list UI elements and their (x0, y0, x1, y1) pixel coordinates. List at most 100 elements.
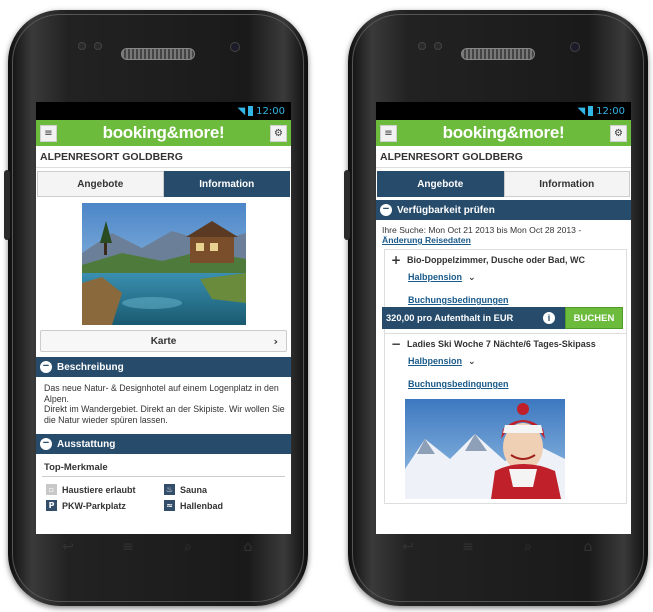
expand-icon[interactable]: + (391, 254, 401, 266)
feature-label: Sauna (180, 484, 208, 495)
price-bar: 320,00 pro Aufenthalt in EUR i BUCHEN (382, 307, 623, 329)
hotel-title: ALPENRESORT GOLDBERG (376, 146, 631, 168)
book-button[interactable]: BUCHEN (565, 307, 623, 329)
screen-right: ◥ 12:00 ≡ booking&more! ⚙ ALPENRESORT GO… (376, 102, 631, 534)
hotel-description: Das neue Natur- & Designhotel auf einem … (44, 383, 285, 425)
earpiece-speaker (461, 48, 535, 60)
menu-icon[interactable]: ≡ (380, 124, 397, 142)
feature-item: ♨ Sauna (164, 484, 283, 495)
sensor (78, 42, 86, 50)
hotel-title: ALPENRESORT GOLDBERG (36, 146, 291, 168)
board-label: Halbpension (408, 356, 463, 366)
sensor (418, 42, 426, 50)
front-camera (230, 42, 240, 52)
sauna-icon: ♨ (164, 484, 175, 495)
change-dates-link[interactable]: Änderung Reisedaten (382, 235, 471, 245)
feature-item: ≈ Hallenbad (164, 500, 283, 511)
section-ausstattung[interactable]: − Ausstattung (36, 434, 291, 454)
sensor (434, 42, 442, 50)
menu-lines-icon[interactable]: ≡ (457, 540, 479, 554)
battery-icon (588, 106, 594, 116)
offer-name: Ladies Ski Woche 7 Nächte/6 Tages-Skipas… (407, 339, 596, 349)
wifi-icon: ◥ (237, 105, 246, 117)
tab-bar: Angebote Information (377, 171, 630, 197)
tab-angebote[interactable]: Angebote (377, 171, 504, 197)
pet-icon: ▫ (46, 484, 57, 495)
info-icon[interactable]: i (543, 312, 555, 324)
volume-button (4, 170, 10, 240)
board-dropdown[interactable]: Halbpension ⌄ (408, 272, 622, 283)
status-bar: ◥ 12:00 (36, 102, 291, 120)
section-beschreibung-title: Beschreibung (57, 361, 124, 373)
collapse-icon: − (40, 438, 52, 450)
section-availability-title: Verfügbarkeit prüfen (397, 204, 495, 216)
battery-icon (248, 106, 254, 116)
pool-icon: ≈ (164, 500, 175, 511)
tab-bar: Angebote Information (37, 171, 290, 197)
chevron-right-icon: › (273, 335, 278, 348)
status-time: 12:00 (596, 105, 625, 117)
section-ausstattung-title: Ausstattung (57, 438, 116, 450)
offers-list: + Bio-Doppelzimmer, Dusche oder Bad, WC … (382, 249, 627, 504)
offer-item: + Bio-Doppelzimmer, Dusche oder Bad, WC … (382, 250, 626, 333)
front-camera (570, 42, 580, 52)
features-subtitle: Top-Merkmale (42, 454, 285, 477)
sensor (94, 42, 102, 50)
hotel-photo (81, 203, 246, 325)
hotel-photo-image (81, 203, 246, 325)
feature-label: PKW-Parkplatz (62, 500, 126, 511)
app-logo: booking&more! (442, 123, 565, 142)
back-icon[interactable]: ↩ (57, 540, 79, 554)
tab-angebote[interactable]: Angebote (37, 171, 164, 197)
feature-label: Hallenbad (180, 500, 224, 511)
search-icon[interactable]: ⌕ (177, 540, 199, 554)
screen-left: ◥ 12:00 ≡ booking&more! ⚙ ALPENRESORT GO… (36, 102, 291, 534)
phone-right: ◥ 12:00 ≡ booking&more! ⚙ ALPENRESORT GO… (344, 10, 648, 606)
settings-gear-icon[interactable]: ⚙ (270, 124, 287, 142)
offer-photo-image (405, 399, 565, 499)
search-icon[interactable]: ⌕ (517, 540, 539, 554)
home-icon[interactable]: ⌂ (237, 540, 259, 554)
status-bar: ◥ 12:00 (376, 102, 631, 120)
features-grid: ▫ Haustiere erlaubt ♨ Sauna P PKW-Parkpl… (36, 477, 291, 511)
offer-item: − Ladies Ski Woche 7 Nächte/6 Tages-Skip… (385, 333, 626, 503)
booking-conditions-link[interactable]: Buchungsbedingungen (408, 379, 622, 389)
phone-left: ◥ 12:00 ≡ booking&more! ⚙ ALPENRESORT GO… (4, 10, 308, 606)
map-button-label: Karte (150, 335, 177, 347)
wifi-icon: ◥ (577, 105, 586, 117)
search-summary: Ihre Suche: Mon Oct 21 2013 bis Mon Oct … (376, 220, 631, 245)
map-button[interactable]: Karte › (40, 330, 287, 352)
board-label: Halbpension (408, 272, 463, 282)
tab-information[interactable]: Information (503, 171, 630, 197)
menu-icon[interactable]: ≡ (40, 124, 57, 142)
section-beschreibung[interactable]: − Beschreibung (36, 357, 291, 377)
app-logo: booking&more! (102, 123, 225, 142)
hardware-nav-bar: ↩ ≡ ⌕ ⌂ (38, 534, 278, 560)
tab-information[interactable]: Information (163, 171, 290, 197)
status-time: 12:00 (256, 105, 285, 117)
back-icon[interactable]: ↩ (397, 540, 419, 554)
stage: ◥ 12:00 ≡ booking&more! ⚙ ALPENRESORT GO… (0, 0, 653, 612)
app-bar: ≡ booking&more! ⚙ (376, 120, 631, 146)
home-icon[interactable]: ⌂ (577, 540, 599, 554)
feature-item: P PKW-Parkplatz (46, 500, 164, 511)
offer-photo (405, 399, 565, 499)
feature-item: ▫ Haustiere erlaubt (46, 484, 164, 495)
menu-lines-icon[interactable]: ≡ (117, 540, 139, 554)
collapse-icon[interactable]: − (391, 338, 401, 350)
settings-gear-icon[interactable]: ⚙ (610, 124, 627, 142)
volume-button (344, 170, 350, 240)
offer-name: Bio-Doppelzimmer, Dusche oder Bad, WC (407, 255, 586, 265)
chevron-down-icon: ⌄ (468, 357, 476, 367)
search-dates: Ihre Suche: Mon Oct 21 2013 bis Mon Oct … (382, 225, 582, 235)
app-bar: ≡ booking&more! ⚙ (36, 120, 291, 146)
parking-icon: P (46, 500, 57, 511)
earpiece-speaker (121, 48, 195, 60)
board-dropdown[interactable]: Halbpension ⌄ (408, 356, 622, 367)
booking-conditions-link[interactable]: Buchungsbedingungen (408, 295, 622, 305)
price-label: 320,00 pro Aufenthalt in EUR (386, 313, 514, 323)
section-availability[interactable]: − Verfügbarkeit prüfen (376, 200, 631, 220)
collapse-icon: − (40, 361, 52, 373)
collapse-icon: − (380, 204, 392, 216)
feature-label: Haustiere erlaubt (62, 484, 136, 495)
